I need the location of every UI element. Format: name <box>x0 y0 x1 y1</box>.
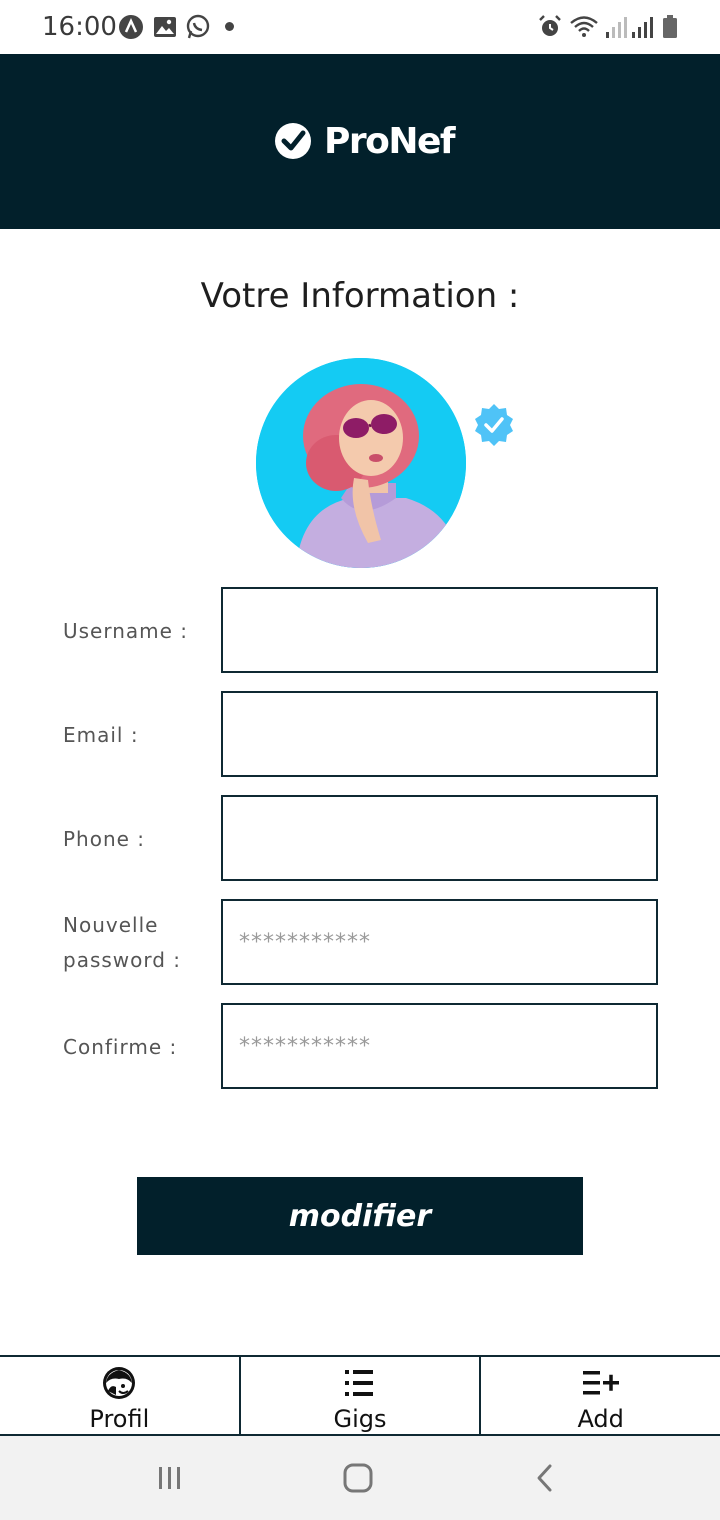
battery-icon <box>663 15 677 38</box>
status-time: 16:00 <box>42 12 117 42</box>
avatar[interactable] <box>256 358 466 568</box>
profile-icon <box>103 1367 136 1399</box>
pronef-logo: ProNef <box>274 120 456 162</box>
new-password-label: Nouvelle password : <box>63 913 182 972</box>
signal-icon-sim2 <box>632 17 653 38</box>
nav-label-gigs: Gigs <box>333 1405 387 1433</box>
bottom-nav: Profil Gigs Add <box>0 1355 720 1436</box>
signal-icon-sim1 <box>606 17 627 38</box>
phone-input[interactable] <box>221 795 658 881</box>
confirm-password-label: Confirme : <box>63 1035 178 1059</box>
nav-label-profil: Profil <box>89 1405 150 1433</box>
app-notification-icon <box>119 15 143 39</box>
modifier-button[interactable]: modifier <box>137 1177 583 1255</box>
nav-item-add[interactable]: Add <box>479 1357 720 1434</box>
phone-label: Phone : <box>63 827 146 851</box>
nav-item-profil[interactable]: Profil <box>0 1357 239 1434</box>
whatsapp-icon <box>186 14 210 39</box>
verified-badge-icon <box>475 404 513 446</box>
back-icon[interactable] <box>525 1458 565 1498</box>
email-input[interactable] <box>221 691 658 777</box>
nav-label-add: Add <box>577 1405 624 1433</box>
confirm-password-input[interactable] <box>221 1003 658 1089</box>
new-password-input[interactable] <box>221 899 658 985</box>
system-nav-bar <box>0 1436 720 1520</box>
list-icon <box>345 1370 373 1396</box>
avatar-image <box>256 358 466 568</box>
page-title: Votre Information : <box>200 276 520 316</box>
home-icon[interactable] <box>338 1458 378 1498</box>
wifi-icon <box>570 16 598 37</box>
image-notification-icon <box>154 17 176 37</box>
status-bar: 16:00 <box>0 0 720 54</box>
email-label: Email : <box>63 723 139 747</box>
username-input[interactable] <box>221 587 658 673</box>
username-label: Username : <box>63 619 189 643</box>
recent-apps-icon[interactable] <box>150 1458 190 1498</box>
nav-item-gigs[interactable]: Gigs <box>238 1357 480 1434</box>
check-circle-icon <box>275 123 311 159</box>
logo-text: ProNef <box>324 120 456 162</box>
more-notifications-dot <box>225 22 234 31</box>
add-list-icon <box>582 1371 619 1395</box>
alarm-icon <box>539 15 561 36</box>
